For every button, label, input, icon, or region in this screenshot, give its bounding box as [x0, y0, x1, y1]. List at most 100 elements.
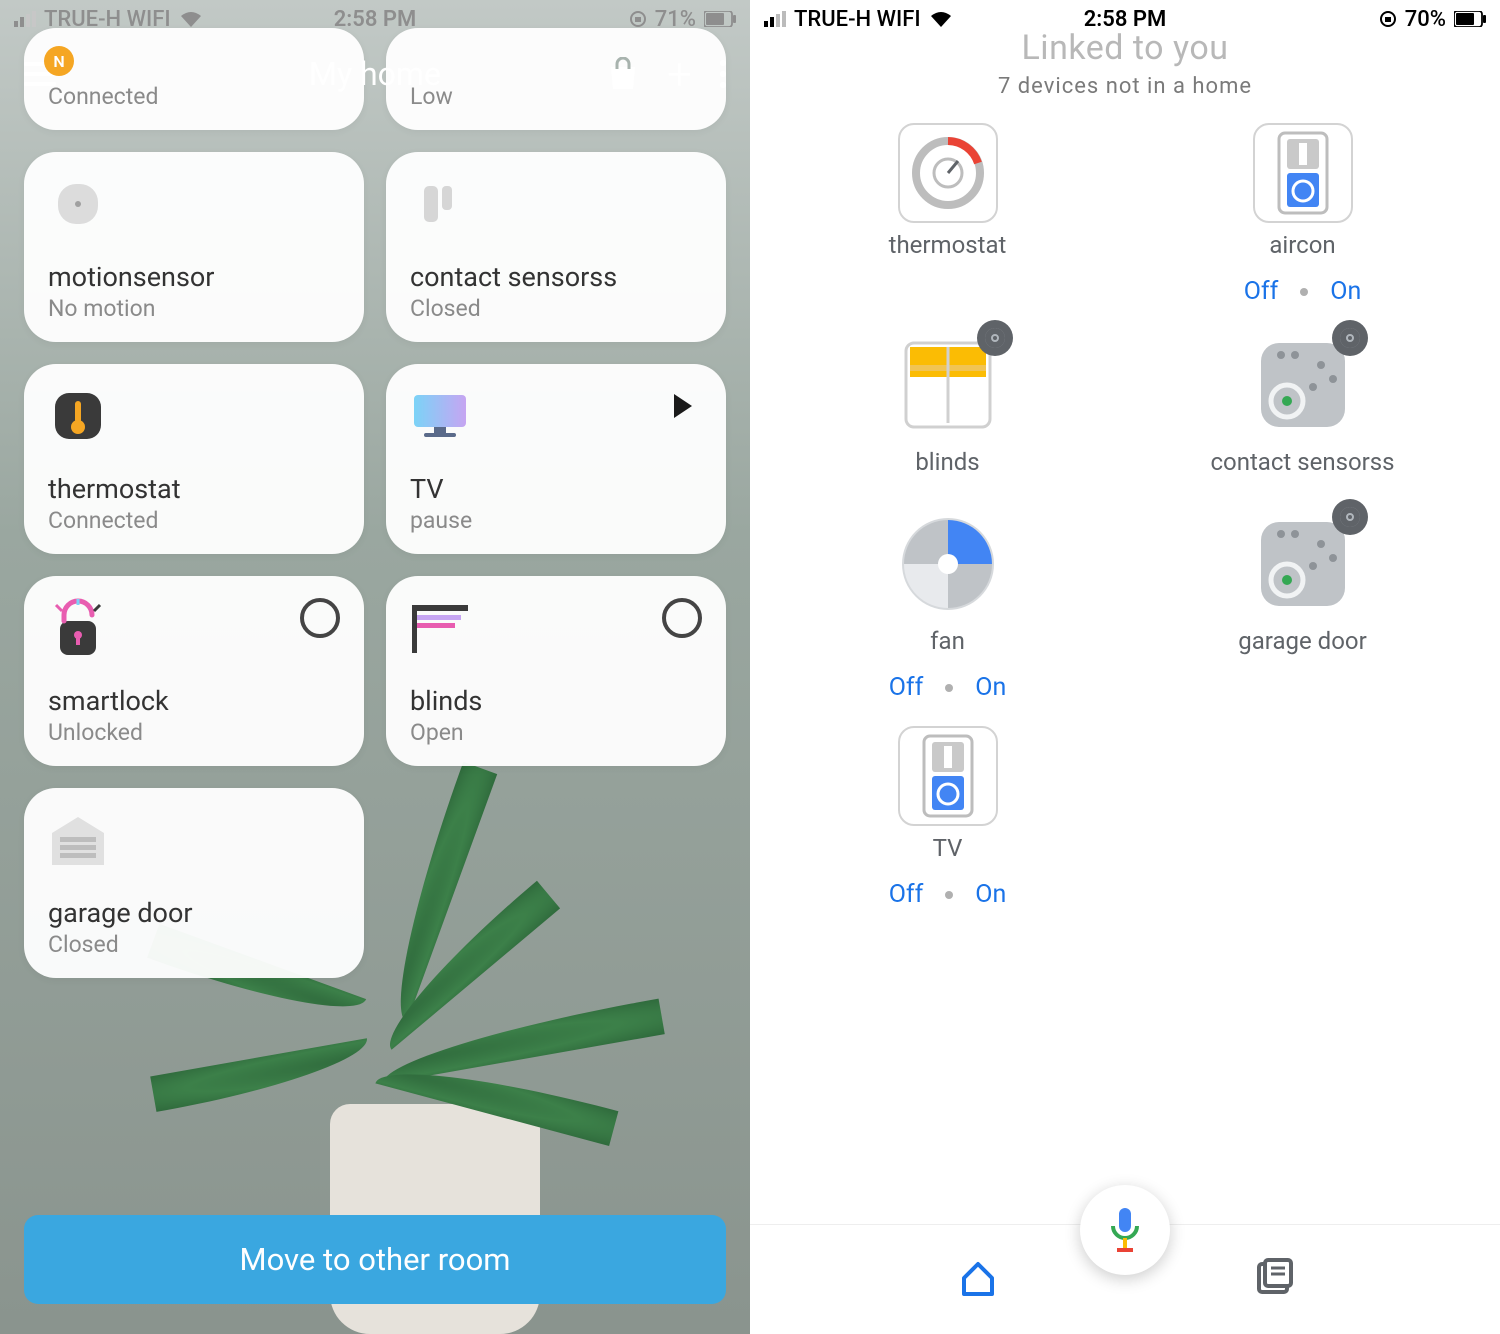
- play-button[interactable]: [662, 386, 702, 426]
- gh-label: garage door: [1238, 627, 1366, 655]
- status-bar-left: TRUE-H WIFI 2:58 PM 71%: [0, 0, 750, 38]
- dot-indicator: [945, 891, 953, 899]
- on-button[interactable]: On: [1330, 277, 1361, 306]
- gh-device-blinds[interactable]: blinds: [790, 330, 1105, 485]
- google-home-screen: TRUE-H WIFI 2:58 PM 70% Linked to you 7 …: [750, 0, 1500, 1334]
- gh-controls: Off On: [889, 880, 1007, 909]
- clock: 2:58 PM: [334, 7, 417, 32]
- status-bar-right: TRUE-H WIFI 2:58 PM 70%: [750, 0, 1500, 38]
- clock: 2:58 PM: [1084, 7, 1167, 32]
- device-status: Unlocked: [48, 719, 340, 746]
- gh-label: fan: [930, 627, 965, 655]
- carrier-label: TRUE-H WIFI: [44, 7, 171, 32]
- device-title: thermostat: [48, 475, 340, 505]
- contact-sensor-icon: [1248, 330, 1358, 440]
- gh-label: TV: [933, 834, 963, 862]
- device-card-garage[interactable]: garage door Closed: [24, 788, 364, 978]
- blinds-icon: [410, 598, 470, 658]
- device-title: garage door: [48, 899, 340, 929]
- carrier-label: TRUE-H WIFI: [794, 7, 921, 32]
- device-card-contact-sensor[interactable]: contact sensorss Closed: [386, 152, 726, 342]
- gh-label: contact sensorss: [1210, 448, 1394, 476]
- off-button[interactable]: Off: [1244, 277, 1279, 306]
- gear-icon: [1332, 499, 1368, 535]
- device-status: Closed: [48, 931, 340, 958]
- on-button[interactable]: On: [975, 673, 1006, 702]
- thermostat-icon: [48, 386, 108, 446]
- section-header: Linked to you 7 devices not in a home: [750, 28, 1500, 105]
- tv-icon: [410, 386, 470, 446]
- tv-remote-icon: [898, 726, 998, 826]
- signal-icon: [14, 11, 36, 27]
- smartlock-icon: [48, 598, 108, 658]
- gh-device-grid: thermostat aircon Off On blinds: [750, 105, 1500, 1224]
- gh-device-contact-sensor[interactable]: contact sensorss: [1145, 330, 1460, 485]
- gh-device-thermostat[interactable]: thermostat: [790, 123, 1105, 306]
- device-card-tv[interactable]: TV pause: [386, 364, 726, 554]
- gh-label: thermostat: [889, 231, 1007, 259]
- device-status: Connected: [48, 507, 340, 534]
- gh-label: blinds: [915, 448, 979, 476]
- rotation-lock-icon: [1379, 10, 1397, 28]
- wifi-icon: [179, 10, 203, 28]
- toggle-ring[interactable]: [300, 598, 340, 638]
- menu-button[interactable]: N: [24, 62, 56, 86]
- off-button[interactable]: Off: [889, 880, 924, 909]
- fan-icon: [893, 509, 1003, 619]
- gh-device-garage[interactable]: garage door: [1145, 509, 1460, 702]
- toggle-ring[interactable]: [662, 598, 702, 638]
- contact-sensor-icon: [410, 174, 470, 234]
- device-grid: Connected Low motionsensor No motion: [0, 130, 750, 978]
- device-title: motionsensor: [48, 263, 340, 293]
- section-subtitle: 7 devices not in a home: [750, 74, 1500, 99]
- device-card-smartlock[interactable]: smartlock Unlocked: [24, 576, 364, 766]
- page-title[interactable]: My home: [309, 55, 441, 93]
- device-title: smartlock: [48, 687, 340, 717]
- device-title: blinds: [410, 687, 702, 717]
- device-card-blinds[interactable]: blinds Open: [386, 576, 726, 766]
- activity-tab[interactable]: [1253, 1258, 1293, 1302]
- device-card-thermostat[interactable]: thermostat Connected: [24, 364, 364, 554]
- gh-label: aircon: [1269, 231, 1335, 259]
- signal-icon: [764, 11, 786, 27]
- smartthings-screen: TRUE-H WIFI 2:58 PM 71% N My home: [0, 0, 750, 1334]
- battery-percent: 71%: [655, 7, 696, 32]
- more-button[interactable]: [720, 60, 726, 88]
- gh-device-tv[interactable]: TV Off On: [790, 726, 1105, 909]
- move-to-room-button[interactable]: Move to other room: [24, 1215, 726, 1304]
- blinds-icon: [893, 330, 1003, 440]
- menu-badge: N: [44, 46, 74, 76]
- gh-device-fan[interactable]: fan Off On: [790, 509, 1105, 702]
- gh-device-aircon[interactable]: aircon Off On: [1145, 123, 1460, 306]
- assistant-mic-button[interactable]: [1080, 1185, 1170, 1275]
- battery-icon: [704, 11, 736, 27]
- gh-controls: Off On: [1244, 277, 1362, 306]
- gear-icon: [977, 320, 1013, 356]
- aircon-icon: [1253, 123, 1353, 223]
- motion-sensor-icon: [48, 174, 108, 234]
- shop-icon[interactable]: [607, 57, 639, 91]
- device-status: Open: [410, 719, 702, 746]
- battery-percent: 70%: [1405, 7, 1446, 32]
- off-button[interactable]: Off: [889, 673, 924, 702]
- add-button[interactable]: +: [667, 52, 692, 96]
- device-status: Closed: [410, 295, 702, 322]
- on-button[interactable]: On: [975, 880, 1006, 909]
- wifi-icon: [929, 10, 953, 28]
- dot-indicator: [945, 684, 953, 692]
- garage-door-icon: [1248, 509, 1358, 619]
- device-status: No motion: [48, 295, 340, 322]
- device-status: pause: [410, 507, 702, 534]
- bottom-nav: [750, 1224, 1500, 1334]
- home-tab[interactable]: [958, 1258, 998, 1302]
- app-header: N My home +: [0, 38, 750, 130]
- dot-indicator: [1300, 288, 1308, 296]
- device-title: TV: [410, 475, 702, 505]
- garage-icon: [48, 810, 108, 870]
- device-card-motionsensor[interactable]: motionsensor No motion: [24, 152, 364, 342]
- thermostat-icon: [898, 123, 998, 223]
- gh-controls: Off On: [889, 673, 1007, 702]
- battery-icon: [1454, 11, 1486, 27]
- rotation-lock-icon: [629, 10, 647, 28]
- gear-icon: [1332, 320, 1368, 356]
